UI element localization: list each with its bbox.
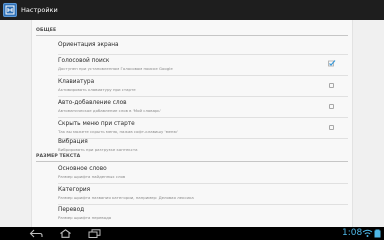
pref-title: Авто-добавление слов <box>58 100 127 106</box>
pref-summary: Размер шрифта найденных слов <box>58 174 126 179</box>
pref-summary: Вибрировать при разгрузке контекста <box>58 147 138 152</box>
pref-voice-search[interactable]: Голосовой поиск Доступен при установленн… <box>36 55 348 76</box>
pref-screen-orientation[interactable]: Ориентация экрана <box>36 37 348 55</box>
back-icon[interactable] <box>29 229 43 238</box>
checkbox-checked-icon[interactable] <box>328 60 336 67</box>
wifi-icon <box>362 229 373 237</box>
pref-hide-menu-on-start[interactable]: Скрыть меню при старте Так вы можете скр… <box>36 118 348 139</box>
checkbox-unchecked[interactable] <box>329 83 334 88</box>
pref-title: Ориентация экрана <box>58 42 119 48</box>
pref-summary: Доступен при установленном Голосовом пои… <box>58 66 173 71</box>
pref-summary: Так вы можете скрыть меню, нажав софт-кл… <box>58 129 178 134</box>
pref-keyboard[interactable]: Клавиатура Активировать клавиатуру при с… <box>36 76 348 97</box>
pref-summary: Размер шрифта перевода <box>58 215 112 220</box>
section-header-general: ОБЩЕЕ <box>36 28 57 33</box>
checkbox-unchecked[interactable] <box>329 104 334 109</box>
system-nav-bar: 1:08 <box>0 227 384 240</box>
battery-icon <box>374 229 381 238</box>
pref-title: Вибрация <box>58 139 88 145</box>
pref-title: Перевод <box>58 207 85 213</box>
recent-apps-icon[interactable] <box>88 229 101 238</box>
home-icon[interactable] <box>59 229 72 238</box>
pref-translation-size[interactable]: Перевод Размер шрифта перевода <box>36 205 348 224</box>
pref-title: Скрыть меню при старте <box>58 121 135 127</box>
screen-title: Настройки <box>21 6 58 14</box>
pref-category-size[interactable]: Категория Размер шрифта названия категор… <box>36 184 348 205</box>
pref-title: Голосовой поиск <box>58 58 110 64</box>
section-divider <box>36 161 348 162</box>
section-header-text-size: РАЗМЕР ТЕКСТА <box>36 154 81 159</box>
pref-title: Категория <box>58 187 91 193</box>
pref-title: Основное слово <box>58 166 107 172</box>
action-bar: Настройки <box>0 0 384 20</box>
pref-summary: Автоматическое добавление слов в 'Мой сл… <box>58 108 161 113</box>
translator-app-icon[interactable] <box>3 3 17 17</box>
status-clock: 1:08 <box>342 228 363 238</box>
pref-auto-add-words[interactable]: Авто-добавление слов Автоматическое доба… <box>36 97 348 118</box>
pref-title: Клавиатура <box>58 79 95 85</box>
pref-summary: Размер шрифта названия категории, наприм… <box>58 195 194 200</box>
pref-main-word-size[interactable]: Основное слово Размер шрифта найденных с… <box>36 163 348 184</box>
settings-content: ОБЩЕЕ Ориентация экрана Голосовой поиск … <box>0 20 384 227</box>
pref-vibration[interactable]: Вибрация Вибрировать при разгрузке конте… <box>36 139 348 153</box>
pref-summary: Активировать клавиатуру при старте <box>58 87 136 92</box>
status-icons <box>362 229 381 238</box>
section-divider <box>36 35 348 36</box>
checkbox-unchecked[interactable] <box>329 125 334 130</box>
